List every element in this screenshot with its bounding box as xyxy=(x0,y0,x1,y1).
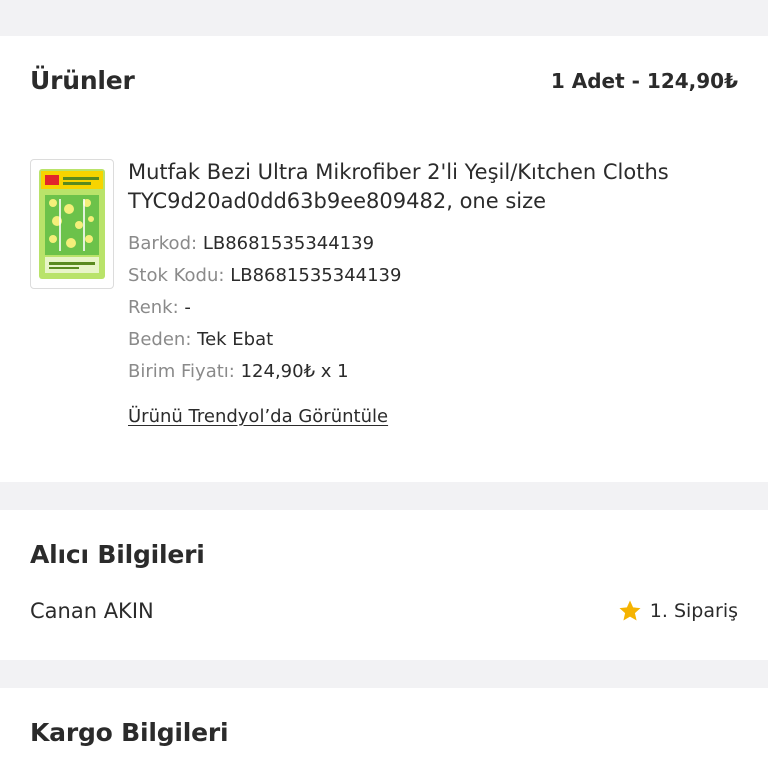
stock-code-value: LB8681535344139 xyxy=(230,265,402,286)
stock-code-row: Stok Kodu: LB8681535344139 xyxy=(128,260,738,292)
size-row: Beden: Tek Ebat xyxy=(128,324,738,356)
star-icon xyxy=(619,600,641,621)
product-name: Mutfak Bezi Ultra Mikrofiber 2'li Yeşil/… xyxy=(128,160,669,213)
color-label: Renk: xyxy=(128,297,179,318)
top-spacer xyxy=(0,0,768,36)
color-row: Renk: - xyxy=(128,292,738,324)
product-image-icon xyxy=(39,169,105,279)
stock-code-label: Stok Kodu: xyxy=(128,265,225,286)
view-on-trendyol-link[interactable]: Ürünü Trendyol’da Görüntüle xyxy=(128,406,388,427)
color-value: - xyxy=(184,297,191,318)
product-item: Mutfak Bezi Ultra Mikrofiber 2'li Yeşil/… xyxy=(30,159,738,427)
products-header: Ürünler 1 Adet - 124,90₺ xyxy=(30,66,738,95)
products-title: Ürünler xyxy=(30,66,135,95)
products-section: Ürünler 1 Adet - 124,90₺ Mutfak Bezi Ult… xyxy=(0,36,768,482)
barcode-row: Barkod: LB8681535344139 xyxy=(128,228,738,260)
unit-price-row: Birim Fiyatı: 124,90₺ x 1 xyxy=(128,356,738,388)
buyer-section: Alıcı Bilgileri Canan AKIN 1. Sipariş xyxy=(0,510,768,660)
cargo-section: Kargo Bilgileri xyxy=(0,688,768,768)
products-summary: 1 Adet - 124,90₺ xyxy=(550,68,738,93)
product-thumbnail[interactable] xyxy=(30,159,114,289)
barcode-value: LB8681535344139 xyxy=(202,233,375,254)
buyer-title: Alıcı Bilgileri xyxy=(30,540,205,569)
section-divider xyxy=(0,660,768,688)
size-label: Beden: xyxy=(128,329,192,350)
unit-price-label: Birim Fiyatı: xyxy=(128,361,235,382)
size-value: Tek Ebat xyxy=(197,329,274,350)
section-divider xyxy=(0,482,768,510)
product-info: Mutfak Bezi Ultra Mikrofiber 2'li Yeşil/… xyxy=(128,159,738,427)
cargo-title: Kargo Bilgileri xyxy=(30,718,229,747)
unit-price-value: 124,90₺ x 1 xyxy=(240,361,349,382)
buyer-row: Canan AKIN 1. Sipariş xyxy=(30,599,738,623)
buyer-name: Canan AKIN xyxy=(30,599,154,623)
order-count: 1. Sipariş xyxy=(618,599,738,623)
order-count-text: 1. Sipariş xyxy=(649,600,738,622)
barcode-label: Barkod: xyxy=(128,233,198,254)
product-attributes: Barkod: LB8681535344139 Stok Kodu: LB868… xyxy=(128,228,738,388)
